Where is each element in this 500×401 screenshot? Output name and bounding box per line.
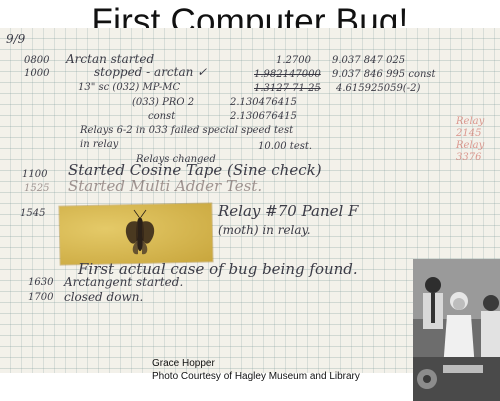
- grace-hopper-photo: [413, 259, 500, 401]
- entry-text: Relays 6-2 in 033 failed special speed t…: [80, 125, 294, 136]
- entry-text: in relay: [80, 139, 119, 150]
- entry-text: Arctangent started.: [64, 275, 184, 289]
- entry-time: 1545: [20, 208, 46, 219]
- entry-time: 1525: [24, 183, 50, 194]
- value: 1.3127 71 25: [254, 83, 321, 94]
- entry-text: Relay #70 Panel F: [218, 202, 359, 220]
- value: 1.982147000: [254, 69, 321, 80]
- value: 2.130476415: [230, 97, 297, 108]
- entry-text: (033) PRO 2: [132, 97, 195, 108]
- value: 4.615925059(-2): [336, 83, 421, 94]
- entry-time: 1000: [24, 68, 50, 79]
- log-date: 9/9: [6, 32, 26, 46]
- margin-note: Relay 2145 Relay 3376: [456, 116, 485, 163]
- value: 9.037 847 025: [332, 55, 406, 66]
- entry-text: closed down.: [64, 290, 144, 304]
- entry-text: 13" sc (032) MP-MC: [78, 82, 181, 93]
- entry-text: Started Cosine Tape (Sine check): [68, 161, 322, 179]
- caption-name: Grace Hopper: [152, 358, 215, 369]
- value: 1.2700: [276, 55, 311, 66]
- entry-text: (moth) in relay.: [218, 223, 311, 237]
- entry-time: 1100: [22, 169, 48, 180]
- entry-text: stopped - arctan ✓: [94, 65, 208, 79]
- moth-icon: [125, 209, 155, 255]
- entry-time: 1630: [28, 277, 54, 288]
- entry-text: const: [148, 111, 176, 122]
- value: 2.130676415: [230, 111, 297, 122]
- value: 9.037 846 995 const: [332, 69, 436, 80]
- caption-credit: Photo Courtesy of Hagley Museum and Libr…: [152, 371, 360, 382]
- entry-time: 1700: [28, 292, 54, 303]
- entry-text: Started Multi Adder Test.: [68, 177, 263, 195]
- entry-time: 0800: [24, 55, 50, 66]
- photo-caption: Grace Hopper Photo Courtesy of Hagley Mu…: [152, 357, 360, 383]
- entry-text: 10.00 test.: [258, 141, 313, 152]
- entry-text: Arctan started: [66, 52, 155, 66]
